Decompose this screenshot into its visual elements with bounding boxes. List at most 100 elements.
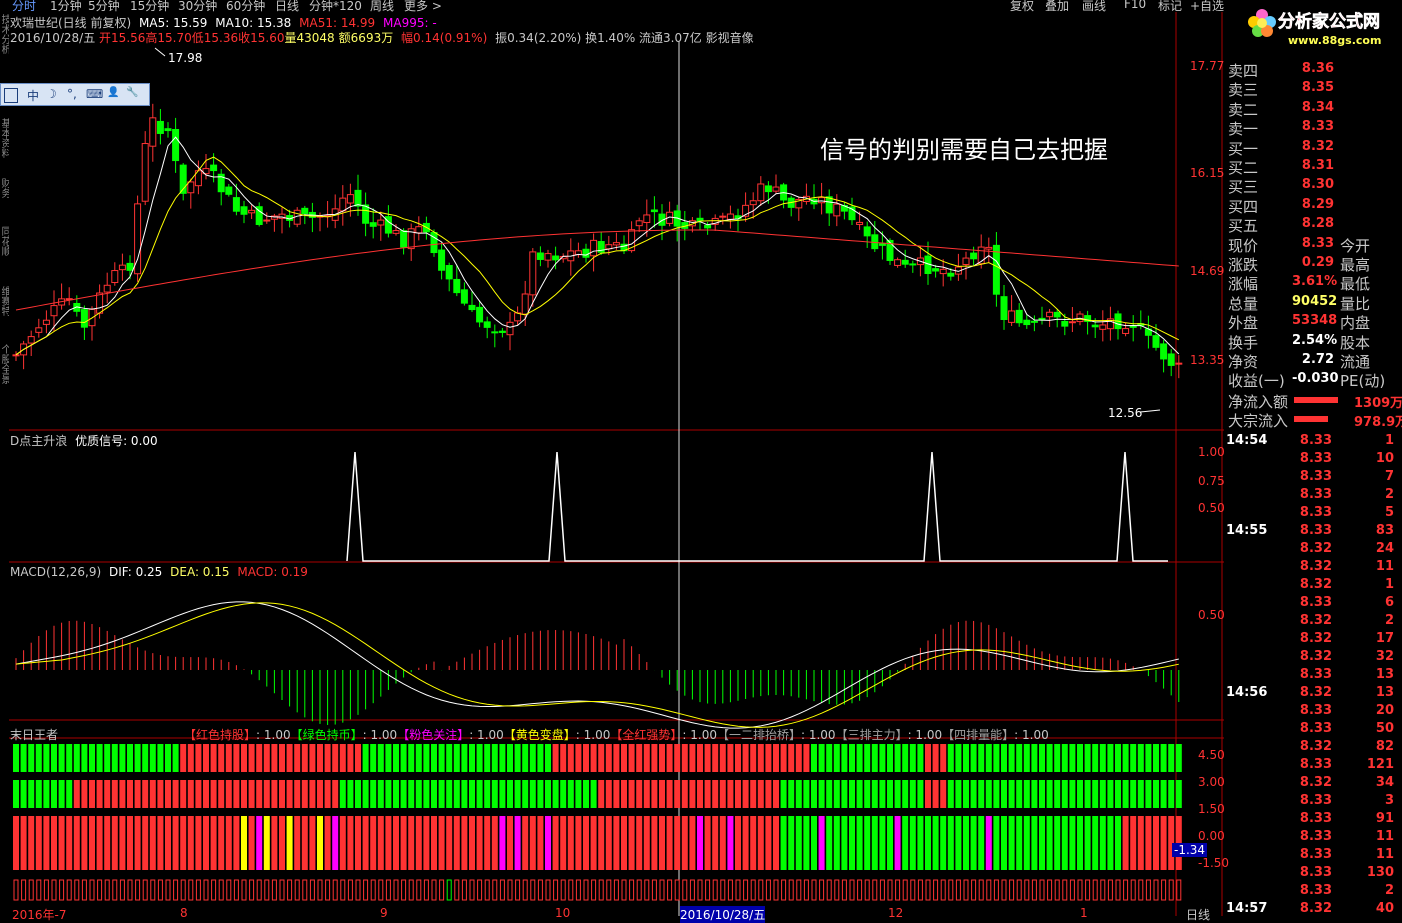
side-tab-5[interactable]: 个股全景: [0, 344, 9, 424]
row2-bar: [1168, 780, 1175, 808]
toolbar-tab-8[interactable]: 周线: [370, 0, 394, 12]
tick-volume: 50: [1375, 721, 1394, 736]
row4-bar: [157, 879, 163, 901]
row2-bar: [203, 780, 209, 808]
row1-bar: [643, 744, 650, 772]
row2-bar: [43, 780, 50, 808]
row3-bar: [1099, 816, 1106, 870]
row3-bar: [849, 816, 855, 870]
toolbar-right-3[interactable]: F10: [1124, 0, 1146, 11]
row3-bar: [1160, 816, 1167, 870]
row4-bar: [507, 879, 513, 901]
punctuation-icon[interactable]: °,: [67, 87, 77, 101]
row4-bar: [613, 879, 619, 901]
row3-bar: [423, 816, 430, 870]
net_inflow-label: 净流入额: [1228, 393, 1289, 411]
quote-label-14: 换手: [1228, 333, 1259, 352]
row3-bar: [552, 816, 559, 870]
input-method-toolbox[interactable]: 中 ☽ °, ⌨ 👤 🔧: [0, 83, 150, 106]
toolbar-tab-7[interactable]: 分钟*120: [309, 0, 362, 12]
ma5-label: MA5: 15.59: [139, 16, 208, 30]
row1-bar: [491, 744, 498, 772]
row4-bar: [826, 879, 832, 901]
row3-bar: [1145, 816, 1152, 870]
tick-volume: 2: [1384, 883, 1394, 898]
row1-bar: [970, 744, 977, 772]
row2-bar: [134, 780, 141, 808]
row1-bar: [20, 744, 27, 772]
toolbar-right-1[interactable]: 叠加: [1045, 0, 1069, 12]
row3-bar: [271, 816, 278, 870]
side-tab-2[interactable]: 财务: [0, 178, 9, 222]
row1-bar: [317, 744, 323, 772]
ma995-label: MA995: -: [383, 16, 437, 30]
row2-bar: [1160, 780, 1167, 808]
toolbar-right-2[interactable]: 画线: [1082, 0, 1106, 12]
row1-bar: [925, 744, 931, 772]
row1-bar: [393, 744, 399, 772]
side-tab-1[interactable]: 基本资料: [0, 118, 9, 174]
candle-body: [871, 234, 879, 250]
row1-bar: [522, 744, 529, 772]
row2-bar: [970, 780, 977, 808]
row4-bar: [1176, 879, 1182, 901]
row2-bar: [1069, 780, 1076, 808]
row4-bar: [591, 879, 597, 901]
ime-chinese-button[interactable]: 中: [27, 87, 39, 104]
user-icon[interactable]: 👤: [107, 87, 119, 98]
row2-bar: [461, 780, 468, 808]
row4-bar: [477, 879, 483, 901]
quote-value-0: 8.36: [1301, 61, 1334, 76]
toolbar-tab-0[interactable]: 分时: [12, 0, 36, 12]
row3-bar: [727, 816, 734, 870]
row4-bar: [621, 879, 627, 901]
toolbar-tab-9[interactable]: 更多 >: [404, 0, 442, 12]
row3-bar: [833, 816, 840, 870]
side-tab-4[interactable]: 维赛特: [0, 286, 9, 340]
row4-bar: [119, 879, 125, 901]
toolbar-tab-5[interactable]: 60分钟: [226, 0, 265, 12]
flower-icon: [1248, 9, 1276, 37]
moon-icon[interactable]: ☽: [46, 87, 57, 101]
candle-body: [992, 244, 1000, 295]
toolbar-right-0[interactable]: 复权: [1010, 0, 1034, 12]
side-tab-3[interactable]: 同花顺: [0, 226, 9, 282]
row4-bar: [363, 879, 369, 901]
candle-body: [612, 242, 620, 246]
row2-bar: [963, 780, 969, 808]
toolbar-tab-2[interactable]: 5分钟: [88, 0, 120, 12]
row4-bar: [598, 879, 604, 901]
row3-bar: [955, 816, 962, 870]
row4-bar: [978, 879, 984, 901]
toolbar-tab-6[interactable]: 日线: [275, 0, 299, 12]
row2-bar: [248, 780, 255, 808]
tick-volume: 91: [1375, 811, 1394, 826]
toolbar-tab-3[interactable]: 15分钟: [130, 0, 169, 12]
tick-time: 14:57: [1226, 901, 1268, 916]
row3-bar: [788, 816, 795, 870]
row3-bar: [1115, 816, 1121, 870]
wrench-icon[interactable]: 🔧: [126, 87, 138, 98]
top-toolbar: 分时 1分钟 5分钟 15分钟 30分钟 60分钟 日线 分钟*120 周线 更多 > 复权 叠加 画线…: [0, 0, 1402, 12]
row2-bar: [423, 780, 430, 808]
info-amt: 额6693万: [338, 31, 394, 45]
row1-bar: [218, 744, 225, 772]
row1-bar: [408, 744, 415, 772]
toolbar-right-5[interactable]: +自选: [1190, 0, 1224, 12]
ime-icon[interactable]: [4, 88, 18, 103]
row1-bar: [621, 744, 627, 772]
keyboard-icon[interactable]: ⌨: [86, 87, 103, 101]
row1-bar: [28, 744, 35, 772]
candle-body: [947, 272, 955, 277]
row1-bar: [1153, 744, 1159, 772]
row4-bar: [819, 879, 825, 901]
row1-bar: [628, 744, 635, 772]
row2-bar: [286, 780, 293, 808]
toolbar-right-4[interactable]: 标记: [1158, 0, 1182, 12]
toolbar-tab-4[interactable]: 30分钟: [178, 0, 217, 12]
quote-value-5: 8.31: [1301, 158, 1334, 173]
row2-bar: [1039, 780, 1045, 808]
toolbar-tab-1[interactable]: 1分钟: [50, 0, 82, 12]
tick-volume: 10: [1375, 451, 1394, 466]
row3-bar: [1137, 816, 1144, 870]
